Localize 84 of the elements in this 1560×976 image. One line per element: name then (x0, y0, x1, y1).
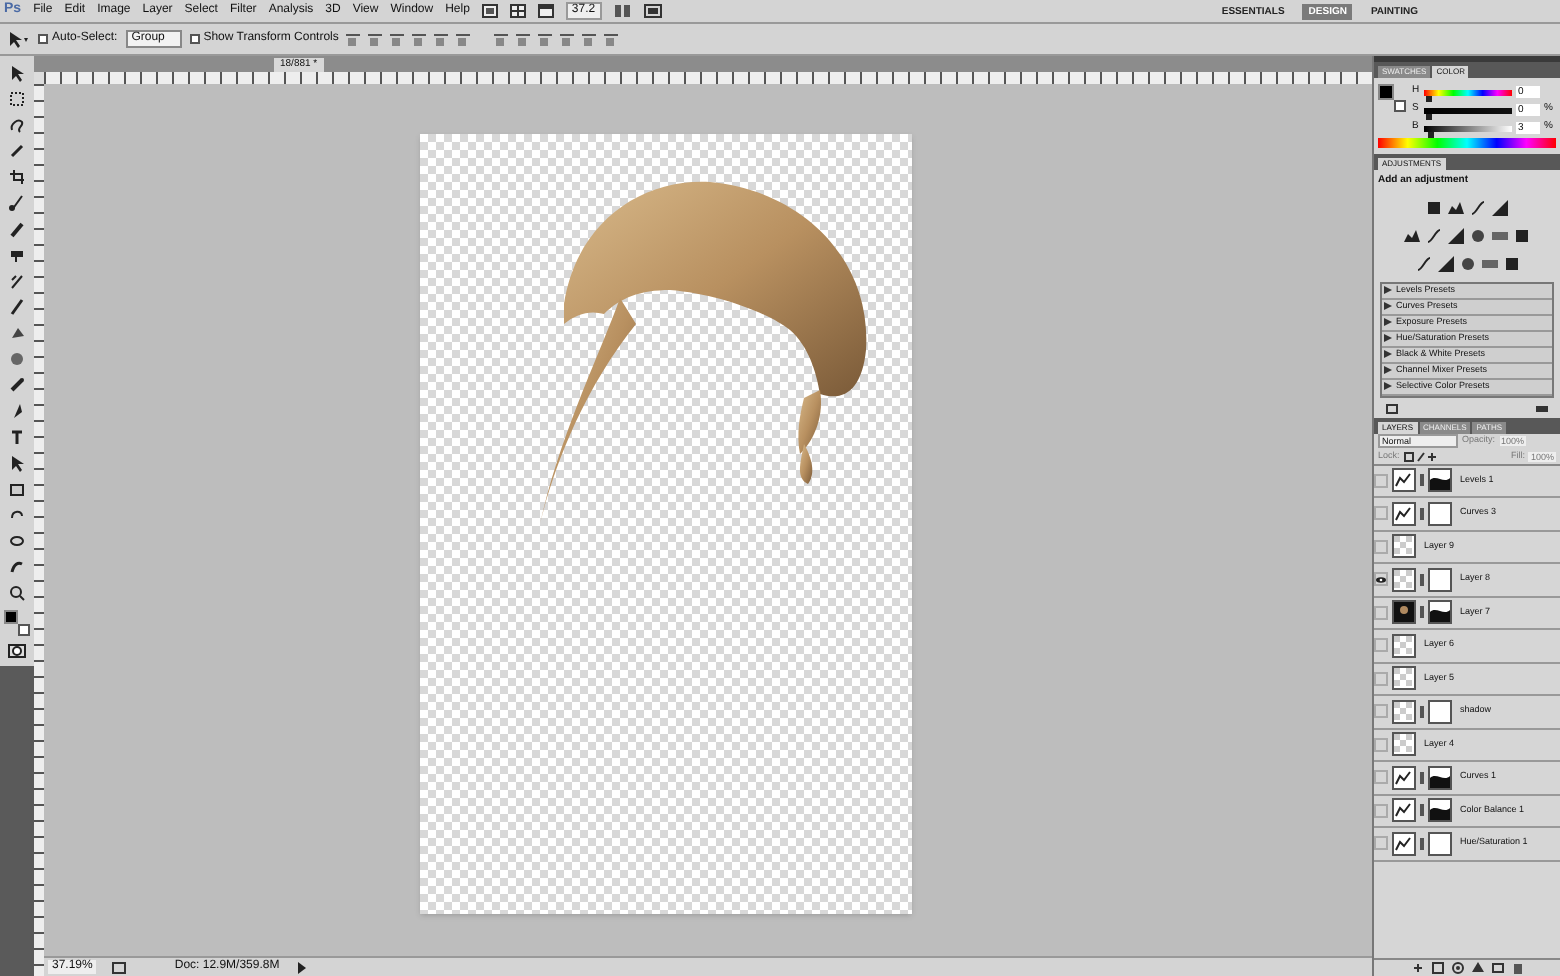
align-icon[interactable] (560, 31, 575, 47)
visibility-toggle[interactable] (1374, 605, 1388, 620)
layer-thumbnail (1392, 666, 1416, 691)
collapsed-triangle-icon[interactable] (1384, 334, 1392, 342)
collapsed-triangle-icon[interactable] (1384, 302, 1392, 310)
adjustment-thumbnail (1392, 501, 1416, 526)
visibility-toggle[interactable] (1374, 803, 1388, 818)
quick-mask-icon[interactable] (8, 644, 26, 658)
align-icon[interactable] (390, 31, 405, 47)
align-icon[interactable] (434, 31, 449, 47)
align-icon[interactable] (412, 31, 427, 47)
tool-icon[interactable] (8, 220, 26, 238)
layer-thumbnail (1392, 732, 1416, 757)
visibility-toggle[interactable] (1374, 473, 1388, 488)
layer-thumbnail (1392, 567, 1416, 592)
tool-icon[interactable] (8, 376, 26, 394)
link-icon (1420, 804, 1424, 817)
visibility-toggle[interactable] (1374, 572, 1388, 587)
tool-icon[interactable] (8, 272, 26, 290)
adjustment-thumbnail (1392, 798, 1416, 823)
window-icon[interactable] (537, 4, 554, 18)
collapsed-triangle-icon[interactable] (1384, 366, 1392, 374)
align-icon[interactable] (456, 31, 471, 47)
foreground-color-swatch[interactable] (4, 610, 18, 624)
visibility-toggle[interactable] (1374, 671, 1388, 686)
adjustment-thumbnail (1392, 831, 1416, 856)
link-icon (1420, 474, 1424, 487)
foreground-color-swatch[interactable] (1378, 84, 1394, 100)
status-icon (112, 961, 127, 973)
link-icon (1420, 771, 1424, 784)
collapsed-triangle-icon[interactable] (1384, 286, 1392, 294)
checkbox[interactable] (38, 34, 48, 44)
align-icon[interactable] (516, 31, 531, 47)
checkbox[interactable] (189, 34, 200, 44)
align-icon[interactable] (494, 31, 509, 47)
image-icon[interactable] (481, 4, 498, 18)
adjustment-thumbnail (1392, 765, 1416, 790)
align-icon[interactable] (346, 31, 361, 47)
tool-icon[interactable] (8, 402, 26, 420)
slider-thumb[interactable] (1426, 95, 1433, 101)
lock-icons[interactable] (1403, 451, 1440, 461)
align-icon[interactable] (604, 31, 619, 47)
adjustment-thumbnail (1392, 468, 1416, 493)
align-icon[interactable] (538, 31, 553, 47)
visibility-toggle[interactable] (1374, 539, 1388, 554)
align-icon[interactable] (582, 31, 597, 47)
background-color-swatch[interactable] (18, 624, 30, 636)
collapsed-triangle-icon[interactable] (1384, 382, 1392, 390)
tool-icon[interactable] (8, 246, 26, 264)
collapsed-triangle-icon[interactable] (1384, 318, 1392, 326)
slider-thumb[interactable] (1426, 113, 1433, 119)
tool-icon[interactable] (8, 168, 26, 186)
visibility-toggle[interactable] (1374, 506, 1388, 521)
visibility-toggle[interactable] (1374, 737, 1388, 752)
tool-icon[interactable] (8, 194, 26, 212)
layer-thumbnail (1392, 600, 1416, 625)
play-icon[interactable] (295, 961, 308, 973)
grid-icon[interactable] (509, 4, 526, 18)
layer-thumbnail (1392, 633, 1416, 658)
panel-options-icon[interactable] (1536, 404, 1548, 414)
align-icon[interactable] (368, 31, 383, 47)
layer-thumbnail (1392, 699, 1416, 724)
return-icon[interactable] (1386, 404, 1398, 414)
visibility-toggle[interactable] (1374, 638, 1388, 653)
link-icon (1420, 705, 1424, 718)
link-icon (1420, 573, 1424, 586)
tool-icon[interactable] (8, 428, 26, 446)
visibility-toggle[interactable] (1374, 836, 1388, 851)
visibility-toggle[interactable] (1374, 704, 1388, 719)
slider-thumb[interactable] (1428, 131, 1435, 137)
link-icon (1420, 507, 1424, 520)
layer-thumbnail (1392, 534, 1416, 559)
visibility-toggle[interactable] (1374, 770, 1388, 785)
layer-action-icon[interactable] (1411, 962, 1423, 974)
link-icon (1420, 606, 1424, 619)
eye-icon (1376, 575, 1386, 584)
tool-icon[interactable] (8, 584, 26, 602)
link-icon (1420, 837, 1424, 850)
collapsed-triangle-icon[interactable] (1384, 350, 1392, 358)
arrange-icon[interactable] (613, 4, 632, 18)
move-tool-icon[interactable] (6, 30, 30, 48)
background-color-swatch[interactable] (1394, 100, 1406, 112)
color-spectrum-bar[interactable] (1378, 138, 1556, 148)
screen-mode-icon[interactable] (643, 4, 662, 18)
